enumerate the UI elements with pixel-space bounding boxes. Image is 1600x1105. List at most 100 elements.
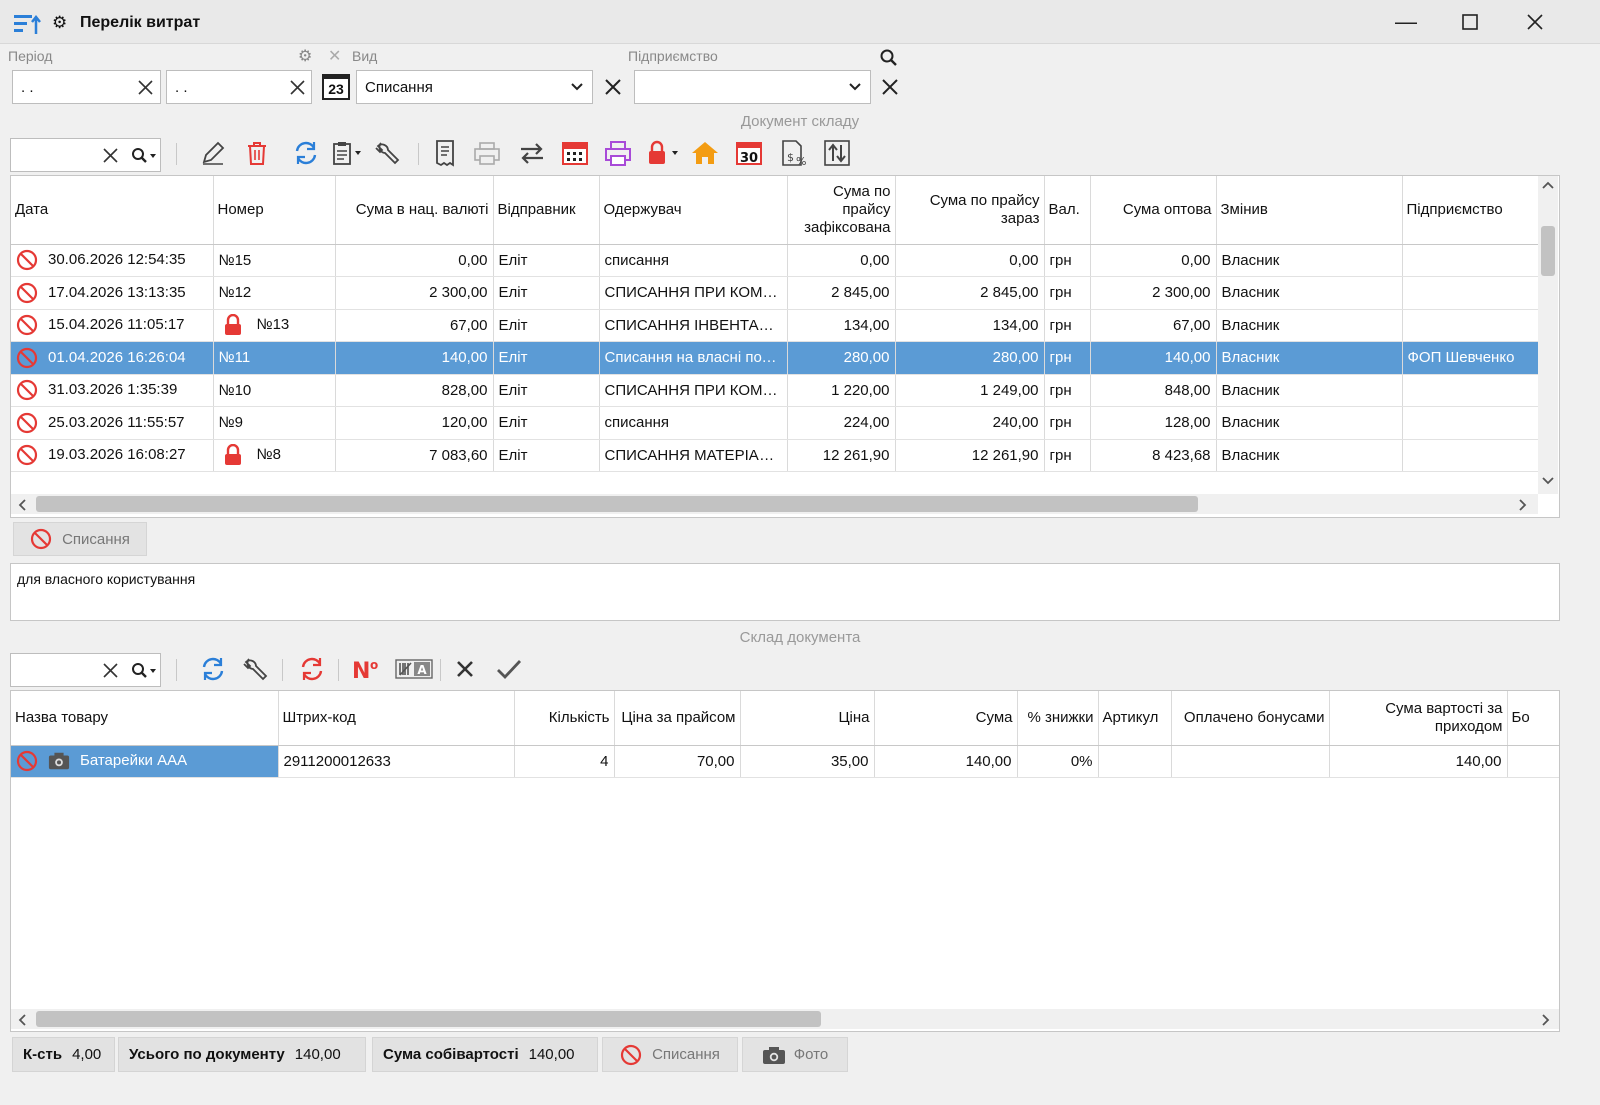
document-comment[interactable]: для власного користування	[10, 563, 1560, 621]
refresh-icon[interactable]	[291, 137, 321, 169]
footer-writeoff-label: Списання	[652, 1046, 720, 1063]
col-header-paid-bonus[interactable]: Оплачено бонусами	[1171, 691, 1330, 746]
type-select[interactable]: Списання	[356, 70, 593, 104]
home-icon[interactable]	[690, 137, 720, 169]
col-header-price-fixed[interactable]: Сума по прайсу зафіксована	[787, 176, 896, 245]
footer-photo-button[interactable]: Фото	[742, 1037, 848, 1072]
period-clear-icon[interactable]: ✕	[328, 46, 341, 66]
cell-sender: Еліт	[493, 309, 600, 342]
enterprise-select[interactable]	[634, 70, 871, 104]
documents-hscroll[interactable]	[11, 494, 1538, 514]
col-header-wholesale[interactable]: Сума оптова	[1090, 176, 1217, 245]
items-hscroll[interactable]	[11, 1009, 1559, 1029]
scroll-left-icon[interactable]	[17, 1014, 27, 1026]
scroll-right-icon[interactable]	[1518, 499, 1528, 511]
document-row[interactable]: 19.03.2026 16:08:27 №8 7 083,60 Еліт СПИСАНН…	[11, 439, 1539, 472]
recalc-icon[interactable]	[297, 653, 327, 685]
document-row[interactable]: 01.04.2026 16:26:04 №11 140,00 Еліт Списання…	[11, 341, 1539, 375]
receipt-icon[interactable]	[430, 137, 460, 169]
minimize-button[interactable]: —	[1386, 8, 1426, 36]
printer-icon[interactable]	[603, 137, 633, 169]
doc-type-writeoff-button[interactable]: Списання	[13, 522, 147, 556]
cancel-icon[interactable]	[450, 653, 480, 685]
lock-menu-icon[interactable]	[644, 137, 684, 169]
col-header-price[interactable]: Ціна	[740, 691, 875, 746]
period-from-input[interactable]: . .	[12, 70, 161, 104]
documents-vscroll[interactable]	[1538, 176, 1558, 494]
delete-icon[interactable]	[242, 137, 272, 169]
cell-list-price: 70,00	[614, 745, 741, 778]
period-label: Період	[8, 48, 53, 64]
document-row[interactable]: 17.04.2026 13:13:35 №12 2 300,00 Еліт СПИСАН…	[11, 276, 1539, 310]
calendar-icon[interactable]: 23	[322, 74, 350, 100]
document-row[interactable]: 15.04.2026 11:05:17 №13 67,00 Еліт СПИСАННЯ …	[11, 309, 1539, 342]
scroll-down-icon[interactable]	[1542, 476, 1554, 486]
cell-changed-by: Власник	[1216, 374, 1403, 407]
clipboard-menu-icon[interactable]	[330, 137, 366, 169]
print-disabled-icon[interactable]	[472, 137, 502, 169]
chevron-down-icon[interactable]	[848, 79, 862, 93]
clear-type-icon[interactable]	[604, 78, 622, 96]
clear-icon[interactable]	[290, 80, 305, 95]
scroll-left-icon[interactable]	[17, 499, 27, 511]
vscroll-thumb[interactable]	[1541, 226, 1555, 276]
cell-sum: 140,00	[874, 745, 1018, 778]
document-row[interactable]: 30.06.2026 12:54:35 №15 0,00 Еліт списання 0,…	[11, 244, 1539, 277]
barcode-icon[interactable]: A	[394, 653, 434, 685]
col-header-bonus-extra[interactable]: Бо	[1507, 691, 1559, 746]
col-header-currency[interactable]: Вал.	[1044, 176, 1091, 245]
document-row[interactable]: 31.03.2026 1:35:39 №10 828,00 Еліт СПИСАННЯ …	[11, 374, 1539, 407]
sort-icon[interactable]	[822, 137, 852, 169]
search-icon[interactable]	[880, 49, 898, 67]
scroll-right-icon[interactable]	[1541, 1014, 1551, 1026]
col-header-cost-sum[interactable]: Сума вартості за приходом	[1329, 691, 1508, 746]
hscroll-thumb[interactable]	[36, 496, 1198, 512]
col-header-sum[interactable]: Сума	[874, 691, 1018, 746]
col-header-changed-by[interactable]: Змінив	[1216, 176, 1403, 245]
prohibited-icon	[16, 315, 38, 336]
transfer-icon[interactable]	[517, 137, 547, 169]
col-header-price-now[interactable]: Сума по прайсу зараз	[895, 176, 1045, 245]
confirm-icon[interactable]	[494, 653, 524, 685]
cell-number: №13	[213, 309, 336, 342]
col-header-sum-national[interactable]: Сума в нац. валюті	[335, 176, 494, 245]
close-window-button[interactable]	[1515, 8, 1555, 36]
col-header-receiver[interactable]: Одержувач	[599, 176, 788, 245]
footer-quantity: К-сть 4,00	[12, 1037, 115, 1072]
col-header-discount[interactable]: % знижки	[1017, 691, 1099, 746]
cell-date: 31.03.2026 1:35:39	[11, 374, 214, 407]
col-header-quantity[interactable]: Кількість	[514, 691, 615, 746]
price-discount-icon[interactable]: $%	[780, 137, 810, 169]
edit-icon[interactable]	[198, 137, 228, 169]
scroll-up-icon[interactable]	[1542, 180, 1554, 190]
col-header-number[interactable]: Номер	[213, 176, 336, 245]
clear-icon[interactable]	[138, 80, 153, 95]
period-to-input[interactable]: . .	[166, 70, 312, 104]
col-header-sender[interactable]: Відправник	[493, 176, 600, 245]
calendar-grid-icon[interactable]	[560, 137, 590, 169]
gear-icon[interactable]: ⚙	[52, 13, 67, 33]
chevron-down-icon[interactable]	[570, 79, 584, 93]
items-grid: Назва товару Штрих-код Кількість Ціна за…	[10, 690, 1560, 1032]
svg-text:30: 30	[740, 151, 758, 166]
wrench-icon[interactable]	[372, 137, 402, 169]
document-row[interactable]: 25.03.2026 11:55:57 №9 120,00 Еліт списання 2…	[11, 406, 1539, 440]
wrench-icon[interactable]	[240, 653, 270, 685]
clear-enterprise-icon[interactable]	[881, 78, 899, 96]
col-header-list-price[interactable]: Ціна за прайсом	[614, 691, 741, 746]
col-header-enterprise[interactable]: Підприємство	[1402, 176, 1539, 245]
numbering-icon[interactable]: No	[350, 653, 384, 685]
period-settings-icon[interactable]: ⚙	[298, 46, 312, 66]
col-header-product-name[interactable]: Назва товару	[11, 691, 279, 746]
maximize-button[interactable]	[1450, 8, 1490, 36]
footer-writeoff-button[interactable]: Списання	[602, 1037, 738, 1072]
cell-enterprise	[1402, 439, 1539, 472]
type-value: Списання	[365, 79, 433, 96]
item-row[interactable]: Батарейки ААА 2911200012633 4 70,00 35,00 140…	[11, 745, 1559, 778]
col-header-barcode[interactable]: Штрих-код	[278, 691, 515, 746]
refresh-icon[interactable]	[198, 653, 228, 685]
col-header-date[interactable]: Дата	[11, 176, 214, 245]
hscroll-thumb[interactable]	[36, 1011, 821, 1027]
calendar-30-icon[interactable]: 30	[734, 137, 764, 169]
col-header-article[interactable]: Артикул	[1098, 691, 1172, 746]
